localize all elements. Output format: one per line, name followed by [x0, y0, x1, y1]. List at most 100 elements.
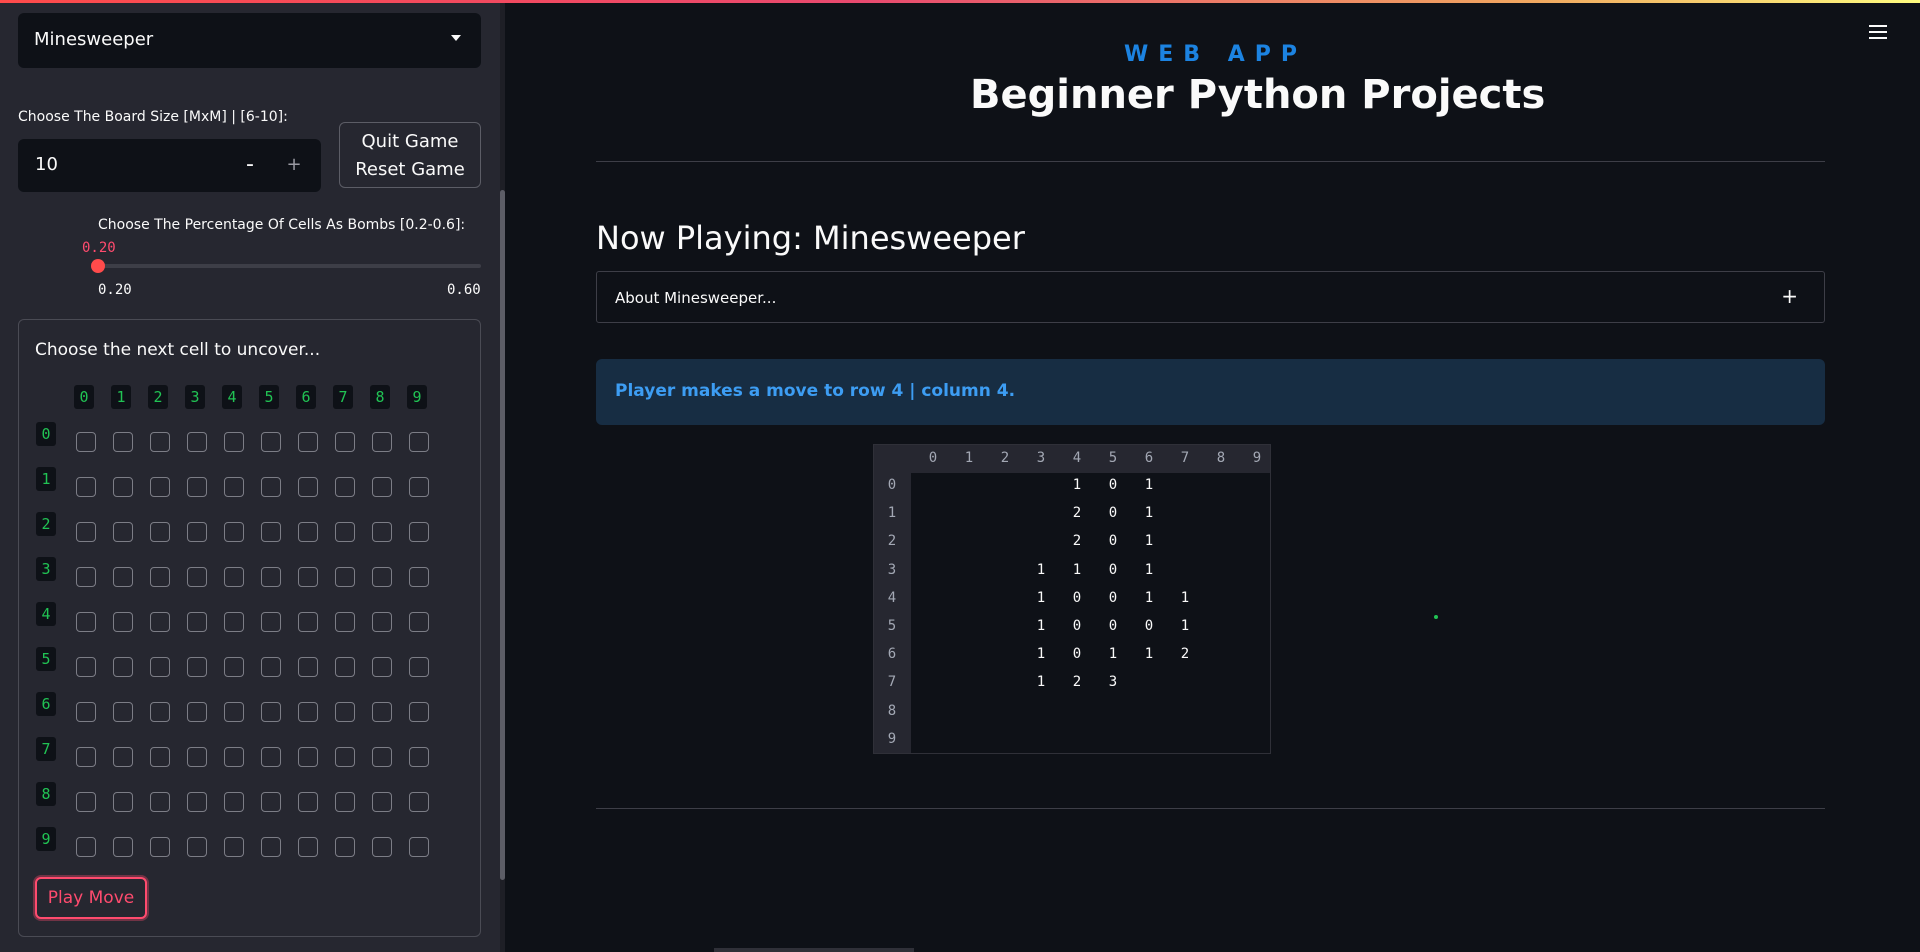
cell-checkbox[interactable]: [372, 612, 392, 632]
cell-checkbox[interactable]: [113, 432, 133, 452]
cell-checkbox[interactable]: [113, 522, 133, 542]
cell-checkbox[interactable]: [372, 702, 392, 722]
cell-checkbox[interactable]: [76, 612, 96, 632]
cell-checkbox[interactable]: [76, 837, 96, 857]
cell-checkbox[interactable]: [224, 837, 244, 857]
cell-checkbox[interactable]: [150, 522, 170, 542]
cell-checkbox[interactable]: [372, 837, 392, 857]
cell-checkbox[interactable]: [76, 432, 96, 452]
cell-checkbox[interactable]: [76, 702, 96, 722]
cell-checkbox[interactable]: [409, 477, 429, 497]
cell-checkbox[interactable]: [224, 657, 244, 677]
board-size-input[interactable]: 10 - +: [18, 139, 321, 192]
cell-checkbox[interactable]: [150, 837, 170, 857]
cell-checkbox[interactable]: [224, 477, 244, 497]
cell-checkbox[interactable]: [298, 477, 318, 497]
cell-checkbox[interactable]: [298, 837, 318, 857]
cell-checkbox[interactable]: [372, 657, 392, 677]
cell-checkbox[interactable]: [150, 432, 170, 452]
cell-checkbox[interactable]: [187, 477, 207, 497]
cell-checkbox[interactable]: [113, 837, 133, 857]
cell-checkbox[interactable]: [224, 612, 244, 632]
cell-checkbox[interactable]: [409, 567, 429, 587]
cell-checkbox[interactable]: [335, 477, 355, 497]
cell-checkbox[interactable]: [150, 612, 170, 632]
cell-checkbox[interactable]: [335, 522, 355, 542]
cell-checkbox[interactable]: [335, 612, 355, 632]
cell-checkbox[interactable]: [150, 702, 170, 722]
cell-checkbox[interactable]: [261, 432, 281, 452]
cell-checkbox[interactable]: [113, 477, 133, 497]
board-size-value[interactable]: 10: [35, 154, 58, 175]
cell-checkbox[interactable]: [76, 567, 96, 587]
cell-checkbox[interactable]: [298, 702, 318, 722]
cell-checkbox[interactable]: [409, 432, 429, 452]
cell-checkbox[interactable]: [409, 747, 429, 767]
cell-checkbox[interactable]: [187, 837, 207, 857]
cell-checkbox[interactable]: [409, 702, 429, 722]
cell-checkbox[interactable]: [113, 567, 133, 587]
cell-checkbox[interactable]: [224, 702, 244, 722]
sidebar-scrollbar-thumb[interactable]: [500, 190, 505, 880]
cell-checkbox[interactable]: [187, 702, 207, 722]
cell-checkbox[interactable]: [187, 792, 207, 812]
bomb-slider-track[interactable]: [98, 264, 481, 268]
cell-checkbox[interactable]: [76, 477, 96, 497]
cell-checkbox[interactable]: [224, 792, 244, 812]
cell-checkbox[interactable]: [224, 747, 244, 767]
cell-checkbox[interactable]: [113, 792, 133, 812]
cell-checkbox[interactable]: [335, 837, 355, 857]
cell-checkbox[interactable]: [298, 792, 318, 812]
cell-checkbox[interactable]: [113, 657, 133, 677]
cell-checkbox[interactable]: [76, 792, 96, 812]
cell-checkbox[interactable]: [113, 747, 133, 767]
hamburger-menu-icon[interactable]: [1869, 24, 1889, 42]
cell-checkbox[interactable]: [298, 747, 318, 767]
cell-checkbox[interactable]: [372, 432, 392, 452]
cell-checkbox[interactable]: [335, 747, 355, 767]
cell-checkbox[interactable]: [113, 702, 133, 722]
cell-checkbox[interactable]: [409, 657, 429, 677]
cell-checkbox[interactable]: [76, 657, 96, 677]
cell-checkbox[interactable]: [298, 432, 318, 452]
cell-checkbox[interactable]: [76, 747, 96, 767]
cell-checkbox[interactable]: [261, 612, 281, 632]
cell-checkbox[interactable]: [187, 657, 207, 677]
cell-checkbox[interactable]: [409, 837, 429, 857]
cell-checkbox[interactable]: [224, 522, 244, 542]
cell-checkbox[interactable]: [187, 522, 207, 542]
cell-checkbox[interactable]: [224, 432, 244, 452]
cell-checkbox[interactable]: [335, 567, 355, 587]
cell-checkbox[interactable]: [261, 522, 281, 542]
cell-checkbox[interactable]: [298, 612, 318, 632]
play-move-button[interactable]: Play Move: [35, 877, 147, 919]
cell-checkbox[interactable]: [372, 522, 392, 542]
horizontal-scrollbar[interactable]: [714, 948, 914, 952]
cell-checkbox[interactable]: [261, 792, 281, 812]
cell-checkbox[interactable]: [261, 747, 281, 767]
bomb-slider-handle[interactable]: [91, 259, 105, 273]
cell-checkbox[interactable]: [261, 702, 281, 722]
cell-checkbox[interactable]: [113, 612, 133, 632]
cell-checkbox[interactable]: [261, 477, 281, 497]
cell-checkbox[interactable]: [261, 657, 281, 677]
cell-checkbox[interactable]: [372, 792, 392, 812]
cell-checkbox[interactable]: [187, 567, 207, 587]
cell-checkbox[interactable]: [335, 657, 355, 677]
cell-checkbox[interactable]: [298, 522, 318, 542]
increment-button[interactable]: +: [274, 149, 314, 181]
cell-checkbox[interactable]: [372, 747, 392, 767]
cell-checkbox[interactable]: [224, 567, 244, 587]
about-expander[interactable]: About Minesweeper... +: [596, 271, 1825, 323]
cell-checkbox[interactable]: [335, 432, 355, 452]
cell-checkbox[interactable]: [76, 522, 96, 542]
cell-checkbox[interactable]: [150, 747, 170, 767]
cell-checkbox[interactable]: [335, 792, 355, 812]
cell-checkbox[interactable]: [372, 477, 392, 497]
cell-checkbox[interactable]: [261, 837, 281, 857]
quit-reset-button[interactable]: Quit Game Reset Game: [339, 122, 481, 188]
cell-checkbox[interactable]: [150, 657, 170, 677]
cell-checkbox[interactable]: [150, 477, 170, 497]
cell-checkbox[interactable]: [372, 567, 392, 587]
cell-checkbox[interactable]: [150, 792, 170, 812]
